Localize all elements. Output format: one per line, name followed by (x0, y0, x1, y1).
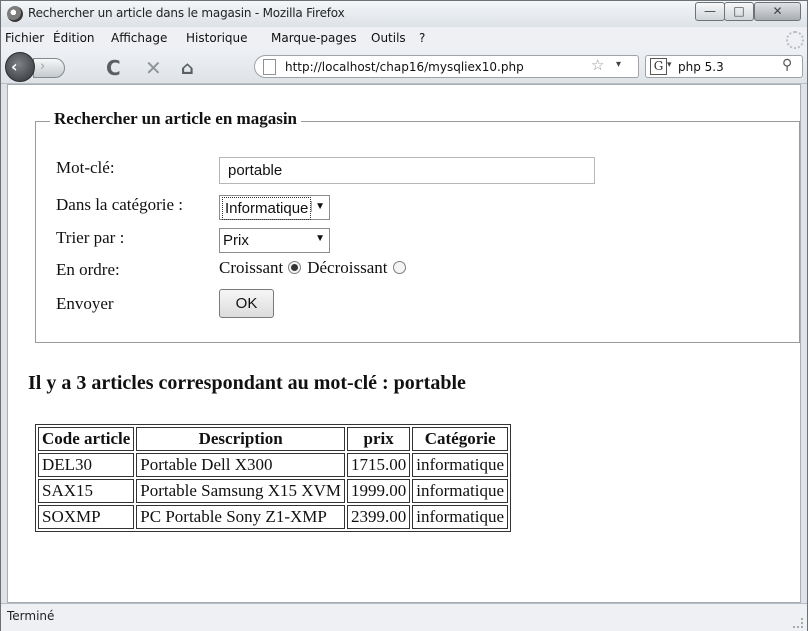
status-bar: Terminé (1, 603, 807, 631)
firefox-icon (7, 6, 23, 22)
status-text: Terminé (7, 609, 55, 623)
order-desc-label: Décroissant (307, 258, 388, 277)
category-label: Dans la catégorie : (56, 195, 183, 214)
menu-historique[interactable]: Historique (186, 31, 248, 45)
url-bar[interactable]: http://localhost/chap16/mysqliex10.php ☆… (254, 55, 639, 78)
keyword-label: Mot-clé: (56, 158, 115, 177)
bookmark-star-icon[interactable]: ☆ (591, 56, 604, 74)
title-bar: Rechercher un article dans le magasin - … (1, 1, 807, 28)
url-text[interactable]: http://localhost/chap16/mysqliex10.php (285, 60, 524, 74)
search-bar[interactable]: G ▾ php 5.3 ⚲ (645, 55, 803, 78)
search-icon[interactable]: ⚲ (782, 57, 792, 73)
sort-value: Prix (223, 232, 249, 249)
table-cell: SOXMP (38, 505, 135, 529)
sort-select[interactable]: Prix ▼ (219, 228, 330, 253)
stop-icon[interactable]: ✕ (145, 56, 162, 80)
table-cell: SAX15 (38, 479, 135, 503)
table-cell: 1999.00 (346, 479, 411, 503)
close-icon: ✕ (772, 4, 783, 18)
chevron-down-icon: ▼ (315, 233, 325, 244)
window-title: Rechercher un article dans le magasin - … (28, 6, 345, 20)
menu-bar: Fichier Édition Affichage Historique Mar… (1, 27, 807, 49)
forward-arrow-icon: › (40, 59, 46, 74)
table-cell: informatique (412, 453, 509, 477)
search-engine-icon[interactable]: G (650, 58, 667, 75)
table-cell: 2399.00 (346, 505, 411, 529)
submit-label: Envoyer (56, 294, 114, 313)
page-content: Rechercher un article en magasin Mot-clé… (7, 84, 801, 603)
table-cell: Portable Dell X300 (136, 453, 345, 477)
navigation-toolbar: › ‹ C ✕ ⌂ http://localhost/chap16/mysqli… (1, 49, 807, 84)
order-asc-radio[interactable] (288, 261, 302, 274)
maximize-icon: □ (733, 4, 745, 18)
keyword-input[interactable]: portable (219, 157, 595, 184)
table-row: SOXMP PC Portable Sony Z1-XMP 2399.00 in… (38, 505, 509, 529)
home-icon[interactable]: ⌂ (181, 58, 194, 79)
fieldset-legend: Rechercher un article en magasin (50, 109, 301, 129)
results-table: Code article Description prix Catégorie … (35, 424, 512, 532)
sort-label: Trier par : (56, 228, 125, 247)
loading-throbber-icon (786, 31, 804, 49)
back-arrow-icon: ‹ (11, 57, 18, 76)
category-value: Informatique (222, 197, 312, 220)
table-cell: informatique (412, 479, 509, 503)
search-fieldset (35, 121, 800, 343)
order-radio-group: Croissant Décroissant (219, 258, 412, 278)
table-header-row: Code article Description prix Catégorie (38, 427, 509, 451)
menu-fichier[interactable]: Fichier (5, 31, 44, 45)
back-button[interactable]: ‹ (5, 52, 35, 82)
table-row: SAX15 Portable Samsung X15 XVM 1999.00 i… (38, 479, 509, 503)
menu-marque-pages[interactable]: Marque-pages (271, 31, 357, 45)
column-header: prix (346, 427, 411, 451)
maximize-button[interactable]: □ (724, 2, 754, 21)
minimize-icon: — (704, 4, 716, 18)
search-engine-dropdown-icon[interactable]: ▾ (667, 60, 672, 70)
menu-outils[interactable]: Outils (371, 31, 406, 45)
column-header: Catégorie (412, 427, 509, 451)
resize-grip-icon[interactable] (793, 618, 803, 628)
order-label: En ordre: (56, 260, 120, 279)
forward-button[interactable]: › (33, 58, 65, 78)
search-input[interactable]: php 5.3 (678, 60, 724, 74)
result-heading: Il y a 3 articles correspondant au mot-c… (28, 372, 466, 394)
table-cell: Portable Samsung X15 XVM (136, 479, 345, 503)
menu-affichage[interactable]: Affichage (111, 31, 167, 45)
table-cell: DEL30 (38, 453, 135, 477)
menu-help[interactable]: ? (419, 31, 425, 45)
menu-edition[interactable]: Édition (53, 31, 95, 45)
order-desc-radio[interactable] (392, 261, 406, 274)
page-icon (263, 59, 276, 75)
reload-icon[interactable]: C (106, 56, 121, 80)
close-button[interactable]: ✕ (754, 2, 801, 21)
table-cell: 1715.00 (346, 453, 411, 477)
category-select[interactable]: Informatique ▼ (219, 195, 330, 220)
order-asc-label: Croissant (219, 258, 284, 277)
table-row: DEL30 Portable Dell X300 1715.00 informa… (38, 453, 509, 477)
table-cell: informatique (412, 505, 509, 529)
column-header: Description (136, 427, 345, 451)
minimize-button[interactable]: — (695, 2, 725, 21)
chevron-down-icon: ▼ (311, 201, 325, 212)
column-header: Code article (38, 427, 135, 451)
url-dropdown-icon[interactable]: ▾ (616, 59, 621, 70)
table-cell: PC Portable Sony Z1-XMP (136, 505, 345, 529)
browser-window: Rechercher un article dans le magasin - … (0, 0, 808, 631)
ok-button[interactable]: OK (219, 289, 274, 318)
keyword-value: portable (228, 162, 283, 179)
